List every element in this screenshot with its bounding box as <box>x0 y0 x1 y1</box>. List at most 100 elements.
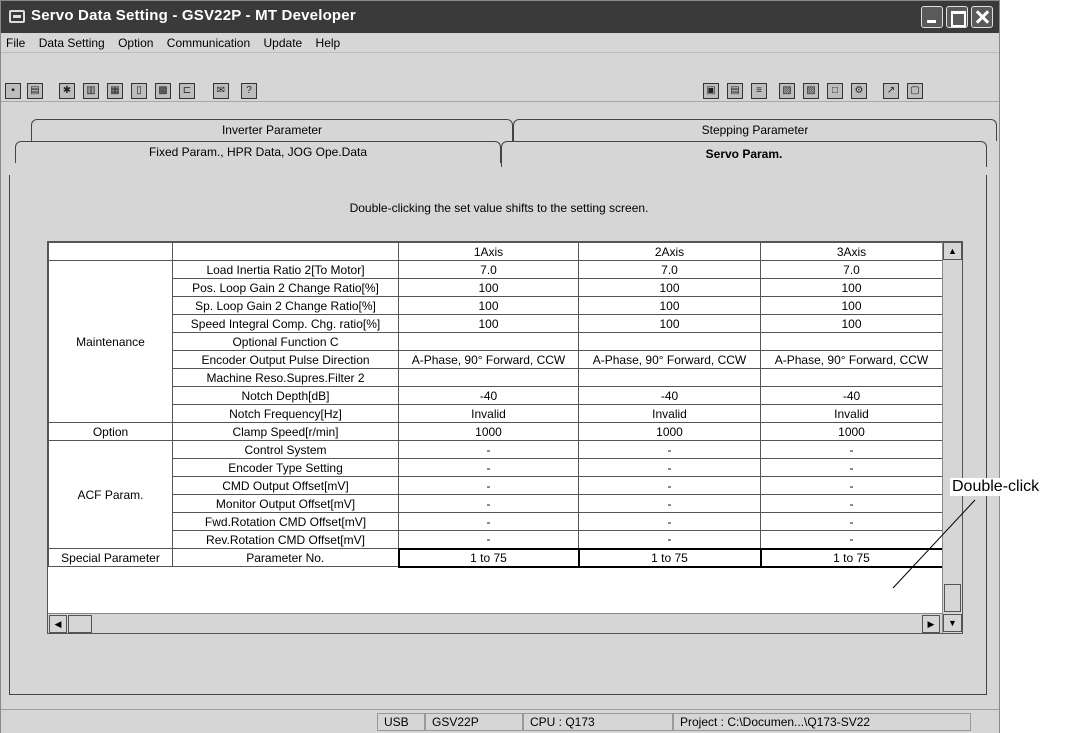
param-value-cell[interactable]: 1 to 75 <box>577 547 762 568</box>
param-value-cell[interactable]: - <box>398 530 579 549</box>
print-icon[interactable]: ▤ <box>25 81 45 101</box>
param-value-cell[interactable]: - <box>578 494 761 513</box>
monitor-icon[interactable]: ▣ <box>701 81 721 101</box>
param-value-cell[interactable]: - <box>578 530 761 549</box>
tool-icon[interactable]: ✱ <box>57 81 77 101</box>
param-value-cell[interactable]: - <box>760 494 943 513</box>
param-value-cell[interactable]: - <box>760 440 943 459</box>
param-value-cell[interactable]: - <box>760 530 943 549</box>
page-icon[interactable]: ▯ <box>129 81 149 101</box>
param-value-cell[interactable]: 1000 <box>578 422 761 441</box>
tab-servo-param[interactable]: Servo Param. <box>501 141 987 167</box>
help-icon[interactable]: ? <box>239 81 259 101</box>
param-value-cell[interactable]: -40 <box>578 386 761 405</box>
param-value-cell[interactable]: -40 <box>760 386 943 405</box>
param-value-cell[interactable]: 7.0 <box>760 260 943 279</box>
param-value-cell[interactable]: - <box>760 476 943 495</box>
menu-data-setting[interactable]: Data Setting <box>34 33 110 50</box>
param-value-cell[interactable]: 1000 <box>760 422 943 441</box>
param-label: Fwd.Rotation CMD Offset[mV] <box>172 512 399 531</box>
scroll-up-icon[interactable]: ▲ <box>943 242 962 260</box>
tab-fixed-param[interactable]: Fixed Param., HPR Data, JOG Ope.Data <box>15 141 501 163</box>
param-value-cell[interactable]: - <box>398 476 579 495</box>
param-value-cell[interactable]: - <box>578 512 761 531</box>
param-value-cell[interactable]: 100 <box>760 278 943 297</box>
param-value-cell[interactable]: 100 <box>398 314 579 333</box>
horizontal-scroll-thumb[interactable] <box>68 615 92 633</box>
connector-icon[interactable]: ⊏ <box>177 81 197 101</box>
param-value-cell[interactable]: - <box>398 440 579 459</box>
app-icon <box>9 10 25 23</box>
param-value-cell[interactable]: - <box>578 476 761 495</box>
vertical-scrollbar[interactable]: ▲ ▼ <box>942 242 962 633</box>
param-value-cell[interactable]: 7.0 <box>578 260 761 279</box>
table-row: CMD Output Offset[mV] - - - <box>49 476 943 495</box>
param-value-cell[interactable]: 1 to 75 <box>759 547 944 568</box>
param-value-cell[interactable]: Invalid <box>578 404 761 423</box>
param-value-cell[interactable]: 100 <box>578 314 761 333</box>
tab-inverter-parameter[interactable]: Inverter Parameter <box>31 119 513 141</box>
param-value-cell[interactable]: A-Phase, 90° Forward, CCW <box>760 350 943 369</box>
maximize-button[interactable] <box>946 6 968 28</box>
screen-icon[interactable]: ▢ <box>905 81 925 101</box>
param-value-cell[interactable]: - <box>578 458 761 477</box>
param-value-cell[interactable]: - <box>398 494 579 513</box>
param-value-cell[interactable]: 1000 <box>398 422 579 441</box>
param-value-cell[interactable]: - <box>760 458 943 477</box>
tree-icon[interactable]: ≡ <box>749 81 769 101</box>
close-button[interactable] <box>971 6 993 28</box>
menu-file[interactable]: File <box>1 33 30 50</box>
scroll-down-icon[interactable]: ▼ <box>943 614 962 632</box>
param-value-cell[interactable]: 100 <box>398 278 579 297</box>
param-value-cell[interactable]: Invalid <box>398 404 579 423</box>
menu-communication[interactable]: Communication <box>162 33 255 50</box>
horizontal-scrollbar[interactable]: ◀ ▶ <box>48 613 942 633</box>
window-icon[interactable]: □ <box>825 81 845 101</box>
param-value-cell[interactable] <box>760 368 943 387</box>
param-value-cell[interactable]: - <box>398 512 579 531</box>
table-row: Machine Reso.Supres.Filter 2 <box>49 368 943 387</box>
param-value-cell[interactable]: Invalid <box>760 404 943 423</box>
param-value-cell[interactable]: - <box>578 440 761 459</box>
image-icon[interactable]: ▧ <box>777 81 797 101</box>
table-row: Special Parameter Parameter No. 1 to 75 1 t… <box>48 547 944 568</box>
param-value-cell[interactable] <box>578 368 761 387</box>
param-value-cell[interactable] <box>398 368 579 387</box>
status-connection: USB <box>377 713 425 731</box>
menu-help[interactable]: Help <box>311 33 346 50</box>
param-value-cell[interactable]: 100 <box>398 296 579 315</box>
minimize-button[interactable] <box>921 6 943 28</box>
param-value-cell[interactable]: 100 <box>578 278 761 297</box>
param-value-cell[interactable]: - <box>760 512 943 531</box>
param-value-cell[interactable]: 100 <box>578 296 761 315</box>
param-value-cell[interactable]: 100 <box>760 314 943 333</box>
list-icon[interactable]: ▦ <box>105 81 125 101</box>
device-icon[interactable]: ▨ <box>801 81 821 101</box>
param-value-cell[interactable]: 1 to 75 <box>397 547 580 568</box>
mail-icon[interactable]: ✉ <box>211 81 231 101</box>
param-value-cell[interactable] <box>398 332 579 351</box>
scroll-right-icon[interactable]: ▶ <box>922 615 940 633</box>
vertical-scroll-thumb[interactable] <box>944 584 961 612</box>
param-value-cell[interactable]: A-Phase, 90° Forward, CCW <box>398 350 579 369</box>
tab-stepping-parameter[interactable]: Stepping Parameter <box>513 119 997 141</box>
scroll-left-icon[interactable]: ◀ <box>49 615 67 633</box>
param-value-cell[interactable]: A-Phase, 90° Forward, CCW <box>578 350 761 369</box>
table-icon[interactable]: ▩ <box>153 81 173 101</box>
param-value-cell[interactable]: -40 <box>398 386 579 405</box>
param-value-cell[interactable] <box>578 332 761 351</box>
grid-icon[interactable]: ▤ <box>725 81 745 101</box>
save-icon[interactable]: ▪ <box>3 81 23 101</box>
param-value-cell[interactable]: - <box>398 458 579 477</box>
param-value-cell[interactable]: 7.0 <box>398 260 579 279</box>
param-value-cell[interactable] <box>760 332 943 351</box>
menu-option[interactable]: Option <box>113 33 158 50</box>
arrow-icon[interactable]: ↗ <box>881 81 901 101</box>
param-label: Encoder Output Pulse Direction <box>172 350 399 369</box>
grid-header-row: 1Axis 2Axis 3Axis <box>48 242 943 261</box>
param-value-cell[interactable]: 100 <box>760 296 943 315</box>
menu-update[interactable]: Update <box>259 33 308 50</box>
document-icon[interactable]: ▥ <box>81 81 101 101</box>
window-title: Servo Data Setting - GSV22P - MT Develop… <box>31 7 356 24</box>
tool2-icon[interactable]: ⚙ <box>849 81 869 101</box>
